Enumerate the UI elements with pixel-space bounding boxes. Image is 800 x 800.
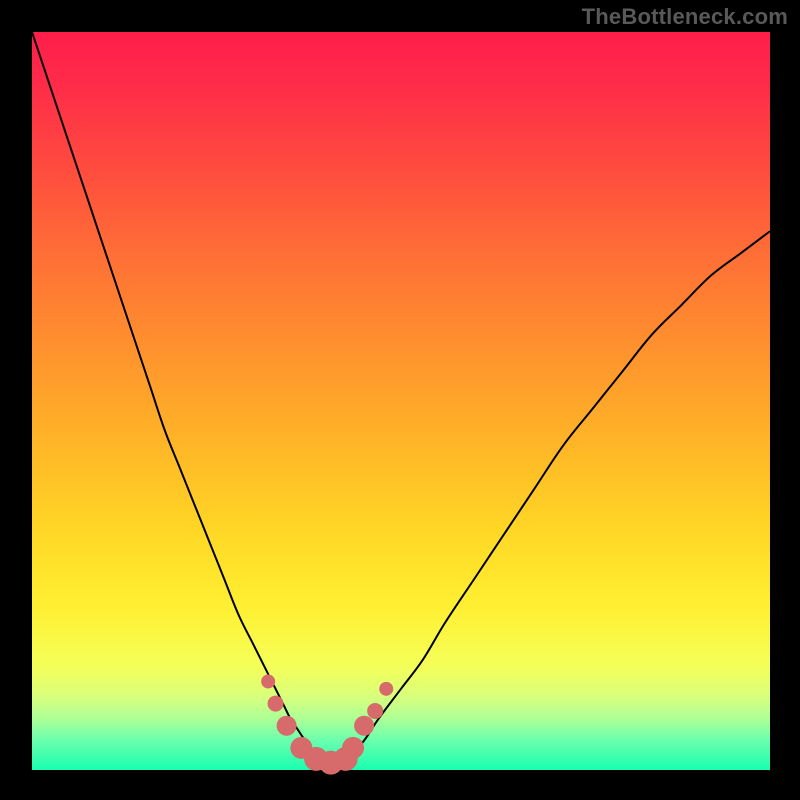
- highlight-marker: [342, 737, 364, 759]
- chart-stage: TheBottleneck.com: [0, 0, 800, 800]
- highlight-marker: [261, 674, 275, 688]
- watermark-text: TheBottleneck.com: [582, 4, 788, 30]
- highlight-marker: [277, 716, 297, 736]
- highlight-marker: [354, 716, 374, 736]
- highlight-marker: [379, 682, 393, 696]
- highlight-marker: [268, 696, 284, 712]
- highlight-marker: [367, 703, 383, 719]
- chart-svg: [0, 0, 800, 800]
- plot-background: [32, 32, 770, 770]
